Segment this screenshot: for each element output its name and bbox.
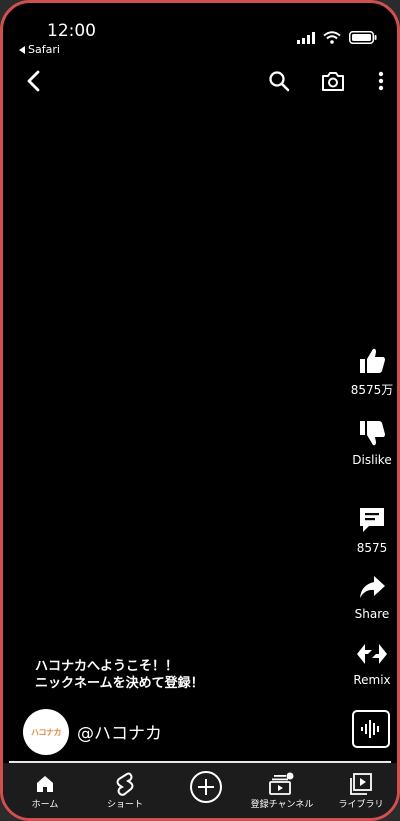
more-options-icon[interactable]	[371, 69, 391, 93]
shorts-icon	[116, 772, 134, 796]
nav-home[interactable]: ホーム	[23, 771, 67, 810]
remix-icon	[357, 644, 387, 664]
status-icons	[297, 31, 377, 44]
dislike-label: Dislike	[352, 453, 392, 467]
dislike-button[interactable]: Dislike	[343, 419, 397, 467]
share-arrow-icon	[360, 576, 385, 598]
nav-shorts[interactable]: ショート	[101, 771, 149, 810]
remix-button[interactable]: Remix	[343, 641, 397, 687]
signal-icon	[297, 31, 315, 44]
like-count: 8575万	[350, 383, 394, 397]
bottom-nav: ホーム ショート 登録チャンネル ライブラリ	[3, 763, 397, 818]
back-triangle-icon	[19, 45, 25, 54]
comment-count: 8575	[356, 541, 388, 555]
nav-library[interactable]: ライブラリ	[337, 771, 385, 810]
avatar-logo-text: ハコナカ	[31, 727, 62, 737]
thumbs-up-icon	[360, 348, 385, 373]
thumbs-down-icon	[360, 421, 385, 446]
nav-subscriptions[interactable]: 登録チャンネル	[247, 771, 317, 810]
nav-home-label: ホーム	[31, 800, 59, 810]
like-button[interactable]: 8575万	[343, 347, 397, 398]
nav-library-label: ライブラリ	[338, 800, 384, 810]
create-button[interactable]	[186, 771, 226, 807]
comment-icon	[360, 508, 384, 532]
nav-shorts-label: ショート	[106, 800, 143, 810]
camera-icon[interactable]	[320, 69, 346, 93]
back-arrow-icon[interactable]	[23, 69, 45, 93]
channel-avatar[interactable]: ハコナカ	[23, 709, 69, 755]
audio-waveform-icon	[361, 720, 379, 738]
remix-label: Remix	[353, 673, 391, 687]
search-icon[interactable]	[267, 69, 291, 93]
video-caption: ハコナカへようこそ！！ ニックネームを決めて登録！	[35, 658, 204, 692]
back-app-label: Safari	[28, 43, 60, 56]
library-icon	[350, 773, 372, 795]
comments-button[interactable]: 8575	[343, 505, 397, 555]
channel-handle[interactable]: @ハコナカ	[77, 719, 162, 744]
back-to-safari-link[interactable]: Safari	[19, 43, 60, 56]
nav-subscriptions-label: 登録チャンネル	[250, 800, 314, 810]
status-time: 12:00	[47, 21, 96, 41]
sound-button[interactable]	[352, 710, 390, 748]
phone-frame: 12:00 Safari 8575万 Dislike 8575 Share Re…	[0, 0, 400, 821]
battery-icon	[349, 31, 377, 44]
home-icon	[37, 776, 53, 792]
wifi-icon	[323, 31, 341, 44]
share-label: Share	[354, 607, 390, 621]
caption-line-1: ハコナカへようこそ！！	[35, 659, 179, 674]
subscriptions-icon	[269, 772, 294, 795]
share-button[interactable]: Share	[343, 573, 397, 621]
add-circle-icon	[190, 771, 222, 803]
caption-line-2: ニックネームを決めて登録！	[35, 676, 204, 691]
